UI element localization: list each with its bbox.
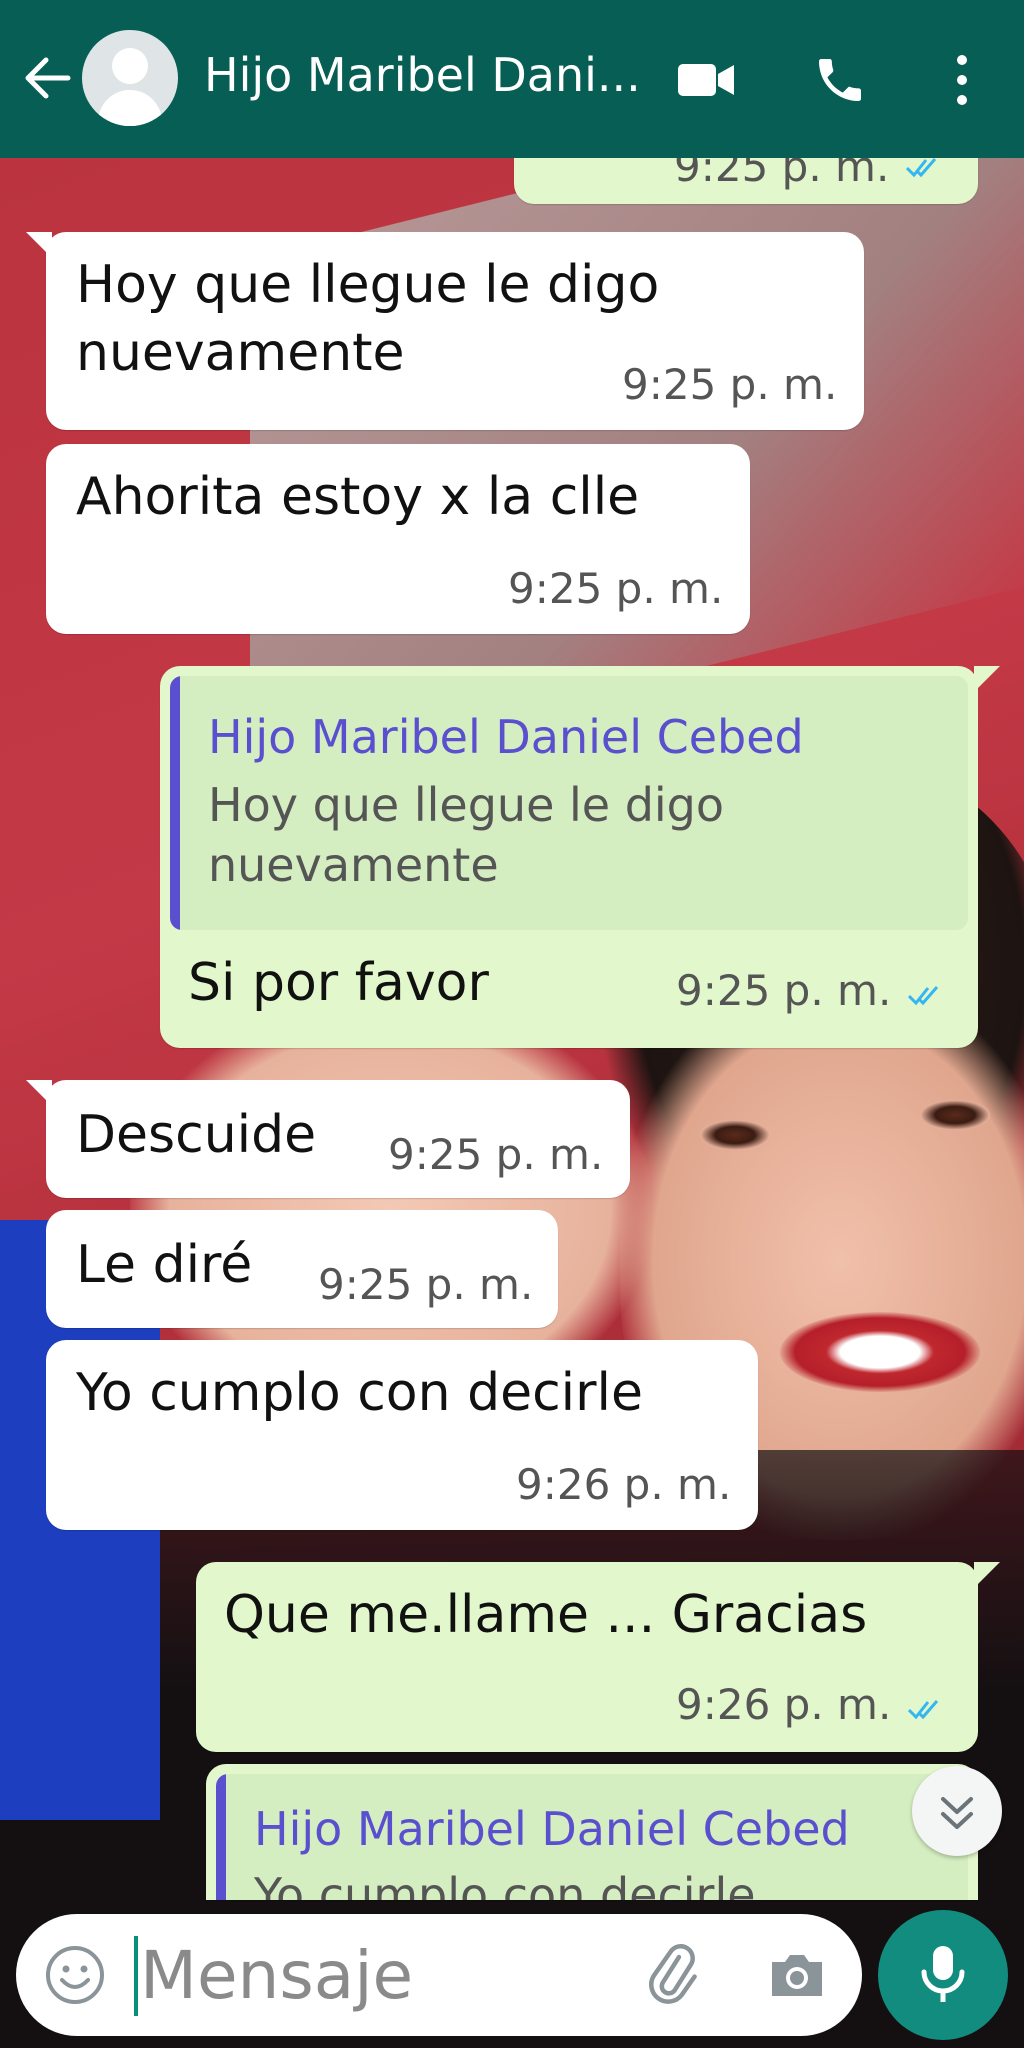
camera-icon[interactable] [764, 1942, 830, 2008]
default-avatar-icon [98, 90, 162, 126]
quoted-message[interactable]: Hijo Maribel Daniel Cebed Hoy que llegue… [170, 676, 968, 930]
paperclip-icon[interactable] [642, 1942, 708, 2008]
contact-avatar[interactable] [82, 30, 178, 126]
message-text: Que me.llame ... Gracias [224, 1585, 868, 1645]
incoming-message[interactable]: Hoy que llegue le digo nuevamente 9:25 p… [46, 232, 864, 430]
microphone-icon [921, 1946, 965, 2002]
message-time: 9:26 p. m. [676, 1680, 892, 1729]
wallpaper-shape [780, 1312, 980, 1392]
message-time: 9:25 p. m. [388, 1130, 604, 1179]
message-time: 9:25 p. m. [508, 564, 724, 613]
more-options-icon[interactable] [950, 52, 974, 108]
quoted-sender: Hijo Maribel Daniel Cebed [208, 710, 804, 764]
text-cursor [134, 1936, 138, 2016]
quoted-text: Yo cumplo con decirle [254, 1868, 756, 1900]
message-text: Yo cumplo con decirle [76, 1363, 643, 1423]
message-time: 9:25 p. m. [676, 966, 892, 1015]
outgoing-message[interactable]: Hijo Maribel Daniel Cebed Yo cumplo con … [206, 1764, 978, 1900]
contact-name[interactable]: Hijo Maribel Dani... [204, 48, 641, 102]
message-composer[interactable]: Mensaje [16, 1914, 862, 2036]
bubble-tail [26, 232, 52, 258]
incoming-message[interactable]: Ahorita estoy x la clle 9:25 p. m. [46, 444, 750, 634]
incoming-message[interactable]: Descuide 9:25 p. m. [46, 1080, 630, 1198]
default-avatar-icon [112, 48, 148, 84]
scroll-to-bottom-button[interactable] [912, 1766, 1002, 1856]
message-text: Si por favor [188, 953, 489, 1013]
bubble-tail [974, 666, 1000, 692]
chat-header: Hijo Maribel Dani... [0, 0, 1024, 158]
emoji-icon[interactable] [44, 1944, 106, 2006]
wallpaper-shape [700, 1120, 770, 1150]
message-text: Ahorita estoy x la clle [76, 467, 640, 527]
quoted-text: Hoy que llegue le digo [208, 778, 725, 832]
read-ticks-icon [908, 1700, 939, 1720]
message-text: Descuide [76, 1105, 317, 1165]
voice-record-button[interactable] [878, 1910, 1008, 2040]
message-time: 9:25 p. m. [622, 360, 838, 409]
incoming-message[interactable]: Yo cumplo con decirle 9:26 p. m. [46, 1340, 758, 1530]
bubble-tail [974, 1562, 1000, 1588]
message-text: Hoy que llegue le digo [76, 255, 660, 315]
outgoing-message[interactable]: Que me.llame ... Gracias 9:26 p. m. [196, 1562, 978, 1752]
wallpaper-shape [920, 1100, 990, 1130]
bubble-tail [26, 1080, 52, 1106]
read-ticks-icon [906, 158, 937, 178]
message-time: 9:26 p. m. [516, 1460, 732, 1509]
message-time: 9:25 p. m. [318, 1260, 534, 1309]
arrow-left-icon[interactable] [20, 50, 76, 106]
quoted-message[interactable]: Hijo Maribel Daniel Cebed Yo cumplo con … [216, 1774, 968, 1900]
quote-accent-bar [170, 676, 180, 930]
chevron-double-down-icon [941, 1797, 973, 1829]
voice-call-icon[interactable] [812, 52, 868, 108]
incoming-message[interactable]: Le diré 9:25 p. m. [46, 1210, 558, 1328]
message-input[interactable]: Mensaje [140, 1936, 413, 2016]
outgoing-message[interactable]: Hijo Maribel Daniel Cebed Hoy que llegue… [160, 666, 978, 1048]
message-text: nuevamente [76, 323, 405, 383]
quote-accent-bar [216, 1774, 226, 1900]
read-ticks-icon [908, 986, 939, 1006]
quoted-sender: Hijo Maribel Daniel Cebed [254, 1802, 850, 1856]
message-text: Le diré [76, 1235, 253, 1295]
quoted-text: nuevamente [208, 838, 499, 892]
video-call-icon[interactable] [676, 60, 736, 100]
